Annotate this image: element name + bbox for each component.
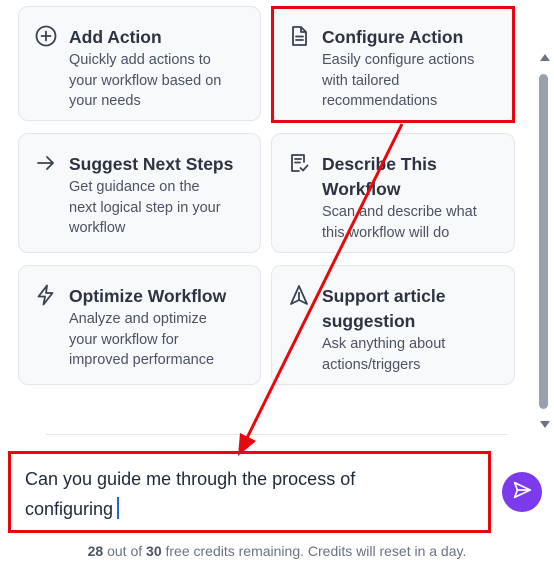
card-title: Add Action xyxy=(69,27,162,47)
card-description: Quickly add actions to your workflow bas… xyxy=(69,52,222,109)
card-description: Easily configure actions with tailored r… xyxy=(322,52,475,109)
input-line: Can you guide me through the process of xyxy=(25,469,356,489)
send-icon xyxy=(511,479,533,506)
card-title: Describe This Workflow xyxy=(322,154,437,199)
card-description: Analyze and optimize your workflow for i… xyxy=(69,311,215,368)
message-input[interactable]: Can you guide me through the process of … xyxy=(8,451,491,533)
text-cursor xyxy=(117,497,120,519)
input-line: configuring xyxy=(25,494,474,524)
support-article-card[interactable]: Support article suggestion Ask anything … xyxy=(271,265,515,385)
card-description: Get guidance on the next logical step in… xyxy=(69,179,221,236)
card-description: Scan and describe what this workflow wil… xyxy=(322,204,477,241)
scroll-up-arrow-icon[interactable] xyxy=(540,54,550,61)
lightning-icon xyxy=(34,283,58,307)
document-icon xyxy=(287,24,311,48)
clipboard-check-icon xyxy=(287,151,311,175)
configure-action-card[interactable]: Configure Action Easily configure action… xyxy=(271,6,515,121)
card-description: Ask anything about actions/triggers xyxy=(322,336,446,373)
scroll-down-arrow-icon[interactable] xyxy=(540,421,550,428)
add-action-card[interactable]: Add Action Quickly add actions to your w… xyxy=(18,6,261,121)
scrollbar[interactable] xyxy=(536,0,554,440)
send-button[interactable] xyxy=(502,472,542,512)
card-title: Suggest Next Steps xyxy=(69,154,234,174)
divider xyxy=(46,434,508,435)
plus-circle-icon xyxy=(34,24,58,48)
scrollbar-thumb[interactable] xyxy=(539,74,548,409)
optimize-workflow-card[interactable]: Optimize Workflow Analyze and optimize y… xyxy=(18,265,261,385)
card-title: Configure Action xyxy=(322,27,464,47)
credits-remaining-text: 28 out of 30 free credits remaining. Cre… xyxy=(87,543,467,559)
card-title: Support article suggestion xyxy=(322,286,446,331)
card-title: Optimize Workflow xyxy=(69,286,227,306)
suggest-next-steps-card[interactable]: Suggest Next Steps Get guidance on the n… xyxy=(18,133,261,253)
arrow-right-icon xyxy=(34,151,58,175)
navigation-icon xyxy=(287,283,311,307)
describe-workflow-card[interactable]: Describe This Workflow Scan and describe… xyxy=(271,133,515,253)
